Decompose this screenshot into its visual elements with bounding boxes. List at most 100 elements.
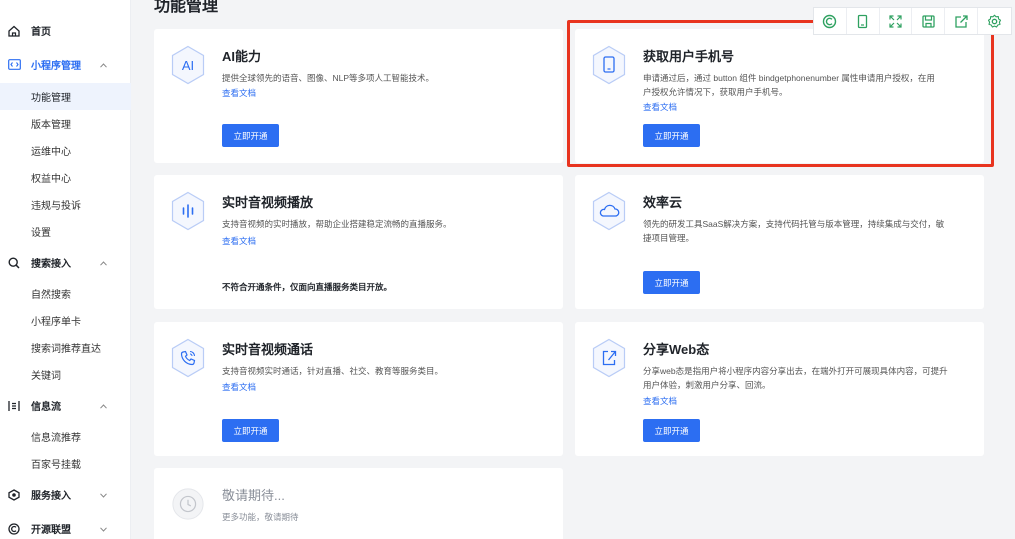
page-title: 功能管理 xyxy=(154,0,219,15)
activate-button[interactable]: 立即开通 xyxy=(643,271,700,294)
card-efficiency-cloud: 效率云 领先的研发工具SaaS解决方案，支持代码托管与版本管理，持续集成与交付，… xyxy=(575,175,984,309)
share-button[interactable] xyxy=(945,8,979,34)
view-docs-link[interactable]: 查看文档 xyxy=(643,395,677,407)
sidebar-label: 功能管理 xyxy=(31,93,71,104)
card-desc: 领先的研发工具SaaS解决方案，支持代码托管与版本管理，持续集成与交付，敏 捷项… xyxy=(643,217,973,245)
sidebar-label: 信息流推荐 xyxy=(31,433,81,444)
sidebar-item-service[interactable]: 服务接入 xyxy=(0,481,131,508)
sidebar-label: 百家号挂载 xyxy=(31,460,81,471)
sidebar-label: 搜索词推荐直达 xyxy=(31,344,101,355)
card-ai: AI AI能力 提供全球领先的语音、图像、NLP等多项人工智能技术。 查看文档 … xyxy=(154,29,563,163)
chevron-up-icon xyxy=(100,401,107,412)
cloud-icon xyxy=(592,191,626,231)
save-button[interactable] xyxy=(912,8,946,34)
sidebar-item-settings[interactable]: 设置 xyxy=(0,218,131,245)
card-desc-line: 领先的研发工具SaaS解决方案，支持代码托管与版本管理，持续集成与交付，敏 xyxy=(643,219,945,229)
sidebar-label: 首页 xyxy=(31,27,51,38)
sidebar-label: 信息流 xyxy=(31,402,61,413)
ai-icon-text: AI xyxy=(182,58,194,73)
miniapp-icon xyxy=(7,58,21,72)
alliance-icon xyxy=(7,522,21,536)
card-title: 效率云 xyxy=(643,195,683,210)
share-icon xyxy=(955,14,968,28)
sidebar-label: 开源联盟 xyxy=(31,525,71,536)
chevron-up-icon xyxy=(100,60,107,71)
save-icon xyxy=(922,14,935,28)
card-desc: 更多功能，敬请期待 xyxy=(222,512,299,522)
sidebar-item-miniapp[interactable]: 小程序管理 xyxy=(0,51,131,78)
sidebar-item-search[interactable]: 搜索接入 xyxy=(0,249,131,276)
card-title: 实时音视频通话 xyxy=(222,342,314,357)
highlight-frame xyxy=(567,20,994,167)
fullscreen-button[interactable] xyxy=(880,8,913,34)
card-desc: 支持音视频的实时播放，帮助企业搭建稳定流畅的直播服务。 xyxy=(222,219,452,229)
sidebar-label: 小程序单卡 xyxy=(31,317,81,328)
phone-icon xyxy=(858,14,868,28)
sidebar-label: 版本管理 xyxy=(31,120,71,131)
feed-icon xyxy=(7,399,21,413)
card-coming-soon: 敬请期待... 更多功能，敬请期待 xyxy=(154,468,563,539)
view-docs-link[interactable]: 查看文档 xyxy=(222,381,256,393)
sidebar-label: 自然搜索 xyxy=(31,290,71,301)
sidebar-label: 小程序管理 xyxy=(31,61,81,72)
card-share-web: 分享Web态 分享web态是指用户将小程序内容分享出去，在端外打开可展现具体内容… xyxy=(575,322,984,456)
activate-button[interactable]: 立即开通 xyxy=(643,419,700,442)
sidebar-item-keywords[interactable]: 关键词 xyxy=(0,361,131,388)
sidebar-item-feature-manage[interactable]: 功能管理 xyxy=(0,83,131,110)
floating-toolbar xyxy=(813,7,1012,35)
sidebar-label: 服务接入 xyxy=(31,491,71,502)
card-title: 敬请期待... xyxy=(222,488,285,503)
view-docs-link[interactable]: 查看文档 xyxy=(222,87,256,99)
sidebar-label: 运维中心 xyxy=(31,147,71,158)
sidebar-label: 设置 xyxy=(31,228,51,239)
sidebar-item-violation[interactable]: 违规与投诉 xyxy=(0,191,131,218)
ai-icon: AI xyxy=(171,45,205,85)
card-desc: 支持音视频实时通话，针对直播、社交、教育等服务类目。 xyxy=(222,366,444,376)
ineligible-notice: 不符合开通条件，仅面向直播服务类目开放。 xyxy=(222,282,393,292)
expand-icon xyxy=(889,14,902,28)
card-title: 分享Web态 xyxy=(643,342,710,357)
card-title: 实时音视频播放 xyxy=(222,195,314,210)
card-desc: 分享web态是指用户将小程序内容分享出去，在端外打开可展现具体内容，可提升 用户… xyxy=(643,364,973,392)
settings-button[interactable] xyxy=(978,8,1011,34)
card-desc: 提供全球领先的语音、图像、NLP等多项人工智能技术。 xyxy=(222,73,435,83)
card-title: AI能力 xyxy=(222,49,262,64)
chevron-down-icon xyxy=(100,524,107,535)
refresh-button[interactable] xyxy=(814,8,847,34)
sidebar-item-version[interactable]: 版本管理 xyxy=(0,110,131,137)
card-desc-line: 分享web态是指用户将小程序内容分享出去，在端外打开可展现具体内容，可提升 xyxy=(643,366,948,376)
sidebar-item-feed[interactable]: 信息流 xyxy=(0,392,131,419)
sidebar-item-feed-recommend[interactable]: 信息流推荐 xyxy=(0,423,131,450)
activate-button[interactable]: 立即开通 xyxy=(222,124,279,147)
sidebar-item-open-alliance[interactable]: 开源联盟 xyxy=(0,515,131,539)
phone-call-icon xyxy=(171,338,205,378)
settings-icon xyxy=(987,14,1002,28)
chevron-down-icon xyxy=(100,490,107,501)
view-docs-link[interactable]: 查看文档 xyxy=(222,235,256,247)
sidebar-label: 搜索接入 xyxy=(31,259,71,270)
share-icon xyxy=(592,338,626,378)
sidebar-item-rights[interactable]: 权益中心 xyxy=(0,164,131,191)
card-live-call: 实时音视频通话 支持音视频实时通话，针对直播、社交、教育等服务类目。 查看文档 … xyxy=(154,322,563,456)
home-icon xyxy=(7,24,21,38)
audio-wave-icon xyxy=(171,191,205,231)
card-desc-line: 捷项目管理。 xyxy=(643,233,695,243)
clock-icon xyxy=(172,488,204,520)
device-button[interactable] xyxy=(847,8,880,34)
sidebar-item-home[interactable]: 首页 xyxy=(0,17,131,44)
search-icon xyxy=(7,256,21,270)
refresh-icon xyxy=(823,14,837,28)
sidebar-item-natural-search[interactable]: 自然搜索 xyxy=(0,280,131,307)
chevron-up-icon xyxy=(100,258,107,269)
card-desc-line: 用户体验，刺激用户分享、回流。 xyxy=(643,380,771,390)
sidebar-label: 关键词 xyxy=(31,371,61,382)
sidebar: 首页 小程序管理 功能管理 版本管理 运维中心 权益中心 违规与投诉 设置 搜索… xyxy=(0,0,131,539)
sidebar-label: 违规与投诉 xyxy=(31,201,81,212)
sidebar-item-single-card[interactable]: 小程序单卡 xyxy=(0,307,131,334)
activate-button[interactable]: 立即开通 xyxy=(222,419,279,442)
service-icon xyxy=(7,488,21,502)
sidebar-item-ops[interactable]: 运维中心 xyxy=(0,137,131,164)
sidebar-item-baijiahao[interactable]: 百家号挂载 xyxy=(0,450,131,477)
sidebar-item-search-direct[interactable]: 搜索词推荐直达 xyxy=(0,334,131,361)
card-live-playback: 实时音视频播放 支持音视频的实时播放，帮助企业搭建稳定流畅的直播服务。 查看文档… xyxy=(154,175,563,309)
